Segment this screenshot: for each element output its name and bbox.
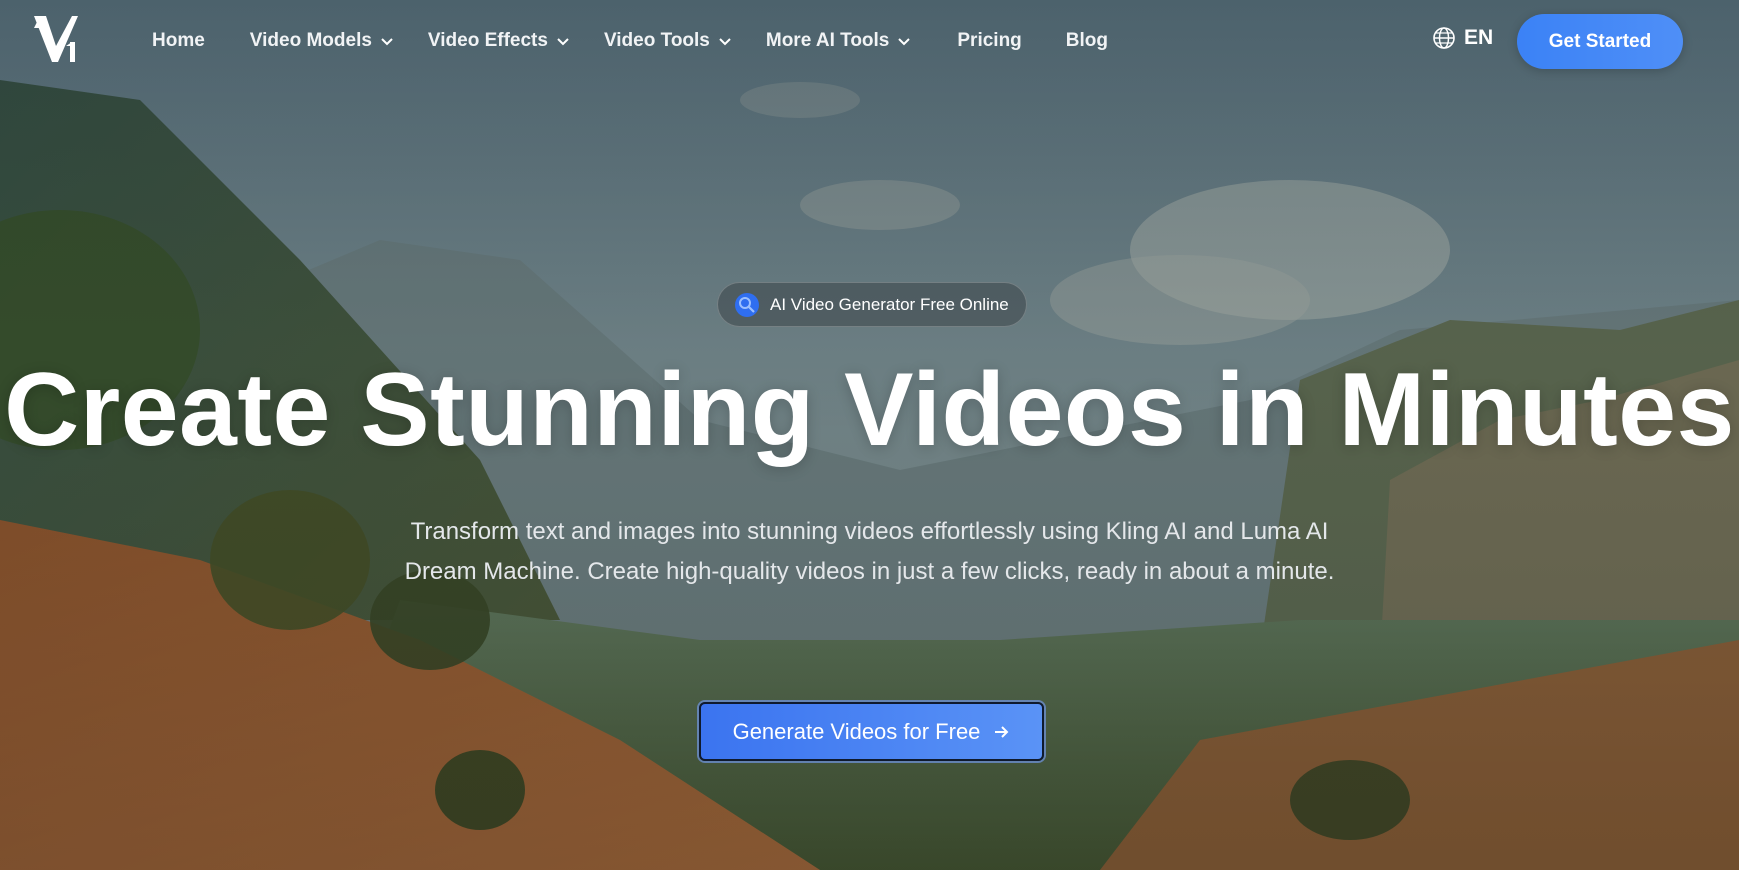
- arrow-right-icon: [995, 725, 1009, 738]
- hero-badge: AI Video Generator Free Online: [717, 282, 1027, 327]
- chevron-down-icon: [719, 38, 731, 46]
- nav-item-blog[interactable]: Blog: [1066, 30, 1108, 52]
- nav-item-label: Home: [152, 30, 205, 51]
- nav-links: Home Video Models Video Effects Video To…: [152, 0, 1108, 82]
- hero-subtitle: Transform text and images into stunning …: [404, 518, 1335, 585]
- nav-item-label: Blog: [1065, 30, 1108, 51]
- nav-item-video-models[interactable]: Video Models: [250, 30, 394, 52]
- chevron-down-icon: [898, 38, 911, 46]
- nav-item-label: Video Tools: [603, 30, 710, 51]
- chevron-down-icon: [381, 38, 393, 46]
- nav-item-home[interactable]: Home: [152, 30, 205, 52]
- nav-item-video-tools[interactable]: Video Tools: [604, 30, 732, 52]
- navbar: Home Video Models Video Effects Video To…: [0, 0, 1739, 82]
- generate-videos-label: Generate Videos for Free: [732, 718, 981, 744]
- generate-videos-button[interactable]: Generate Videos for Free: [699, 702, 1044, 761]
- hero-badge-label: AI Video Generator Free Online: [770, 294, 1009, 314]
- nav-item-pricing[interactable]: Pricing: [957, 30, 1021, 52]
- language-label: EN: [1464, 26, 1494, 49]
- language-selector[interactable]: EN: [1432, 26, 1493, 50]
- get-started-button[interactable]: Get Started: [1517, 14, 1683, 69]
- nav-item-video-effects[interactable]: Video Effects: [428, 30, 570, 52]
- sparkle-icon: [735, 292, 759, 317]
- nav-item-label: Pricing: [957, 30, 1022, 51]
- chevron-down-icon: [557, 38, 569, 46]
- nav-item-label: Video Effects: [427, 30, 548, 51]
- globe-icon: [1433, 27, 1455, 49]
- nav-item-label: More AI Tools: [765, 30, 890, 51]
- nav-item-label: Video Models: [249, 30, 372, 51]
- nav-item-more-ai-tools[interactable]: More AI Tools: [766, 30, 912, 52]
- v1-logo-icon[interactable]: [32, 12, 84, 70]
- hero-headline: Create Stunning Videos in Minutes: [4, 352, 1735, 468]
